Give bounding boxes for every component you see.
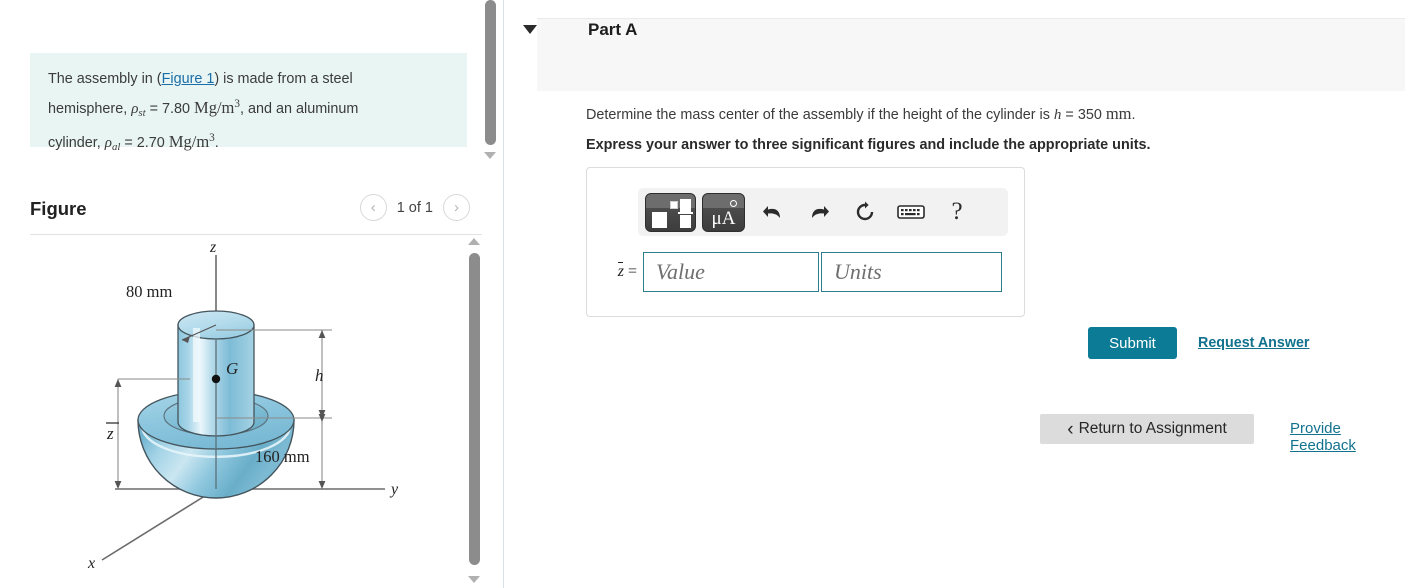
problem-statement-box: The assembly in (Figure 1) is made from … (30, 53, 467, 153)
mm-units: mm (1105, 104, 1132, 123)
return-to-assignment-button[interactable]: ‹ Return to Assignment (1040, 414, 1254, 444)
figure-image-area: z y x G 80 mm h 160 mm z (30, 240, 465, 588)
rho-aluminum-symbol: ρal (104, 134, 121, 153)
figure-scroll-down-arrow[interactable] (468, 576, 480, 583)
svg-text:z: z (106, 424, 114, 443)
units-glyph: Mg/m (194, 97, 235, 117)
statement-scroll-down-arrow[interactable] (484, 152, 496, 159)
statement-scrollbar-thumb[interactable] (485, 0, 496, 145)
question-text: . (1131, 107, 1136, 123)
statement-text: . (214, 134, 219, 151)
answer-entry-box: μA ? z = Value Units (586, 167, 1025, 317)
redo-arrow-icon[interactable] (797, 192, 841, 232)
problem-statement-line-2: hemisphere, ρst = 7.80 Mg/m3, and an alu… (48, 92, 449, 126)
centroid-point (211, 374, 221, 384)
part-a-header[interactable] (537, 18, 1405, 91)
statement-scrollbar[interactable] (482, 0, 498, 170)
figure-prev-button[interactable]: ‹ (359, 194, 387, 221)
question-text: Determine the mass center of the assembl… (586, 107, 1054, 123)
statement-text: = 2.70 (120, 134, 169, 151)
statement-text: The assembly in ( (48, 71, 162, 87)
equals-sign: = (623, 263, 637, 280)
reset-circular-arrow-icon[interactable] (843, 192, 887, 232)
statement-text: ) is made from a steel (214, 71, 353, 87)
height-dimension-label: h (315, 366, 324, 385)
rho-glyph: ρ (104, 134, 112, 151)
figure-title: Figure (30, 198, 87, 219)
problem-statement-line-1: The assembly in (Figure 1) is made from … (48, 67, 449, 92)
statement-text: , and an aluminum (239, 100, 359, 117)
right-answer-panel: Part A Determine the mass center of the … (504, 0, 1405, 588)
help-icon[interactable]: ? (935, 192, 979, 232)
caret-down-icon[interactable] (523, 25, 537, 34)
answer-instruction: Express your answer to three significant… (586, 137, 1151, 153)
answer-value-input[interactable] (643, 252, 819, 292)
statement-text: = 7.80 (145, 100, 195, 117)
units-glyph: Mg/m (168, 131, 210, 151)
figure-header: Figure ‹ 1 of 1 › (30, 190, 482, 235)
figure-counter: 1 of 1 (396, 199, 433, 216)
rho-steel-symbol: ρst (131, 101, 146, 119)
question-text: = 350 (1061, 107, 1106, 123)
centroid-label: G (226, 359, 238, 378)
statement-text: hemisphere, (48, 100, 132, 117)
figure-1-link[interactable]: Figure 1 (162, 71, 215, 87)
steel-density-units: Mg/m3 (194, 98, 240, 117)
chevron-left-icon: ‹ (1067, 418, 1074, 440)
mastering-physics-problem-page: The assembly in (Figure 1) is made from … (0, 0, 1405, 588)
answer-input-row: z = (603, 252, 1002, 292)
diameter-dimension-label: 80 mm (126, 282, 172, 301)
answer-units-input[interactable] (821, 252, 1002, 292)
part-a-title: Part A (588, 20, 638, 39)
rho-subscript: st (138, 106, 146, 119)
sphere-dimension-label: 160 mm (255, 447, 310, 466)
figure-scrollbar[interactable] (466, 235, 482, 588)
provide-feedback-link[interactable]: Provide Feedback (1290, 420, 1405, 454)
statement-text: cylinder, (48, 134, 105, 151)
y-axis-label: y (389, 481, 399, 498)
figure-scroll-up-arrow[interactable] (468, 238, 480, 245)
answer-variable-label: z = (603, 262, 643, 281)
request-answer-link[interactable]: Request Answer (1198, 335, 1310, 351)
figure-divider (30, 234, 482, 235)
figure-pagination: ‹ 1 of 1 › (359, 194, 470, 221)
zbar-dimension-label: z (106, 422, 119, 443)
figure-next-button[interactable]: › (443, 194, 470, 221)
math-template-icon[interactable] (645, 192, 696, 232)
keyboard-icon[interactable] (889, 192, 933, 232)
x-axis-line (101, 488, 217, 561)
assembly-diagram: z y x G 80 mm h 160 mm z (87, 240, 399, 572)
aluminum-density-units: Mg/m3 (169, 132, 215, 151)
z-axis-label: z (209, 240, 217, 256)
submit-button[interactable]: Submit (1088, 327, 1177, 359)
micro-angstrom-icon[interactable]: μA (702, 192, 745, 232)
question-prompt: Determine the mass center of the assembl… (586, 104, 1136, 124)
return-to-assignment-label: Return to Assignment (1078, 420, 1227, 437)
math-editor-toolbar: μA ? (638, 188, 1008, 236)
zbar-glyph: z (617, 262, 624, 280)
x-axis-label: x (87, 555, 95, 572)
undo-arrow-icon[interactable] (751, 192, 795, 232)
micro-angstrom-label: μA (711, 207, 736, 229)
sphere-dimension (318, 414, 326, 489)
problem-statement-line-3: cylinder, ρal = 2.70 Mg/m3. (48, 126, 449, 160)
left-problem-panel: The assembly in (Figure 1) is made from … (0, 0, 498, 588)
figure-scrollbar-thumb[interactable] (469, 253, 480, 565)
